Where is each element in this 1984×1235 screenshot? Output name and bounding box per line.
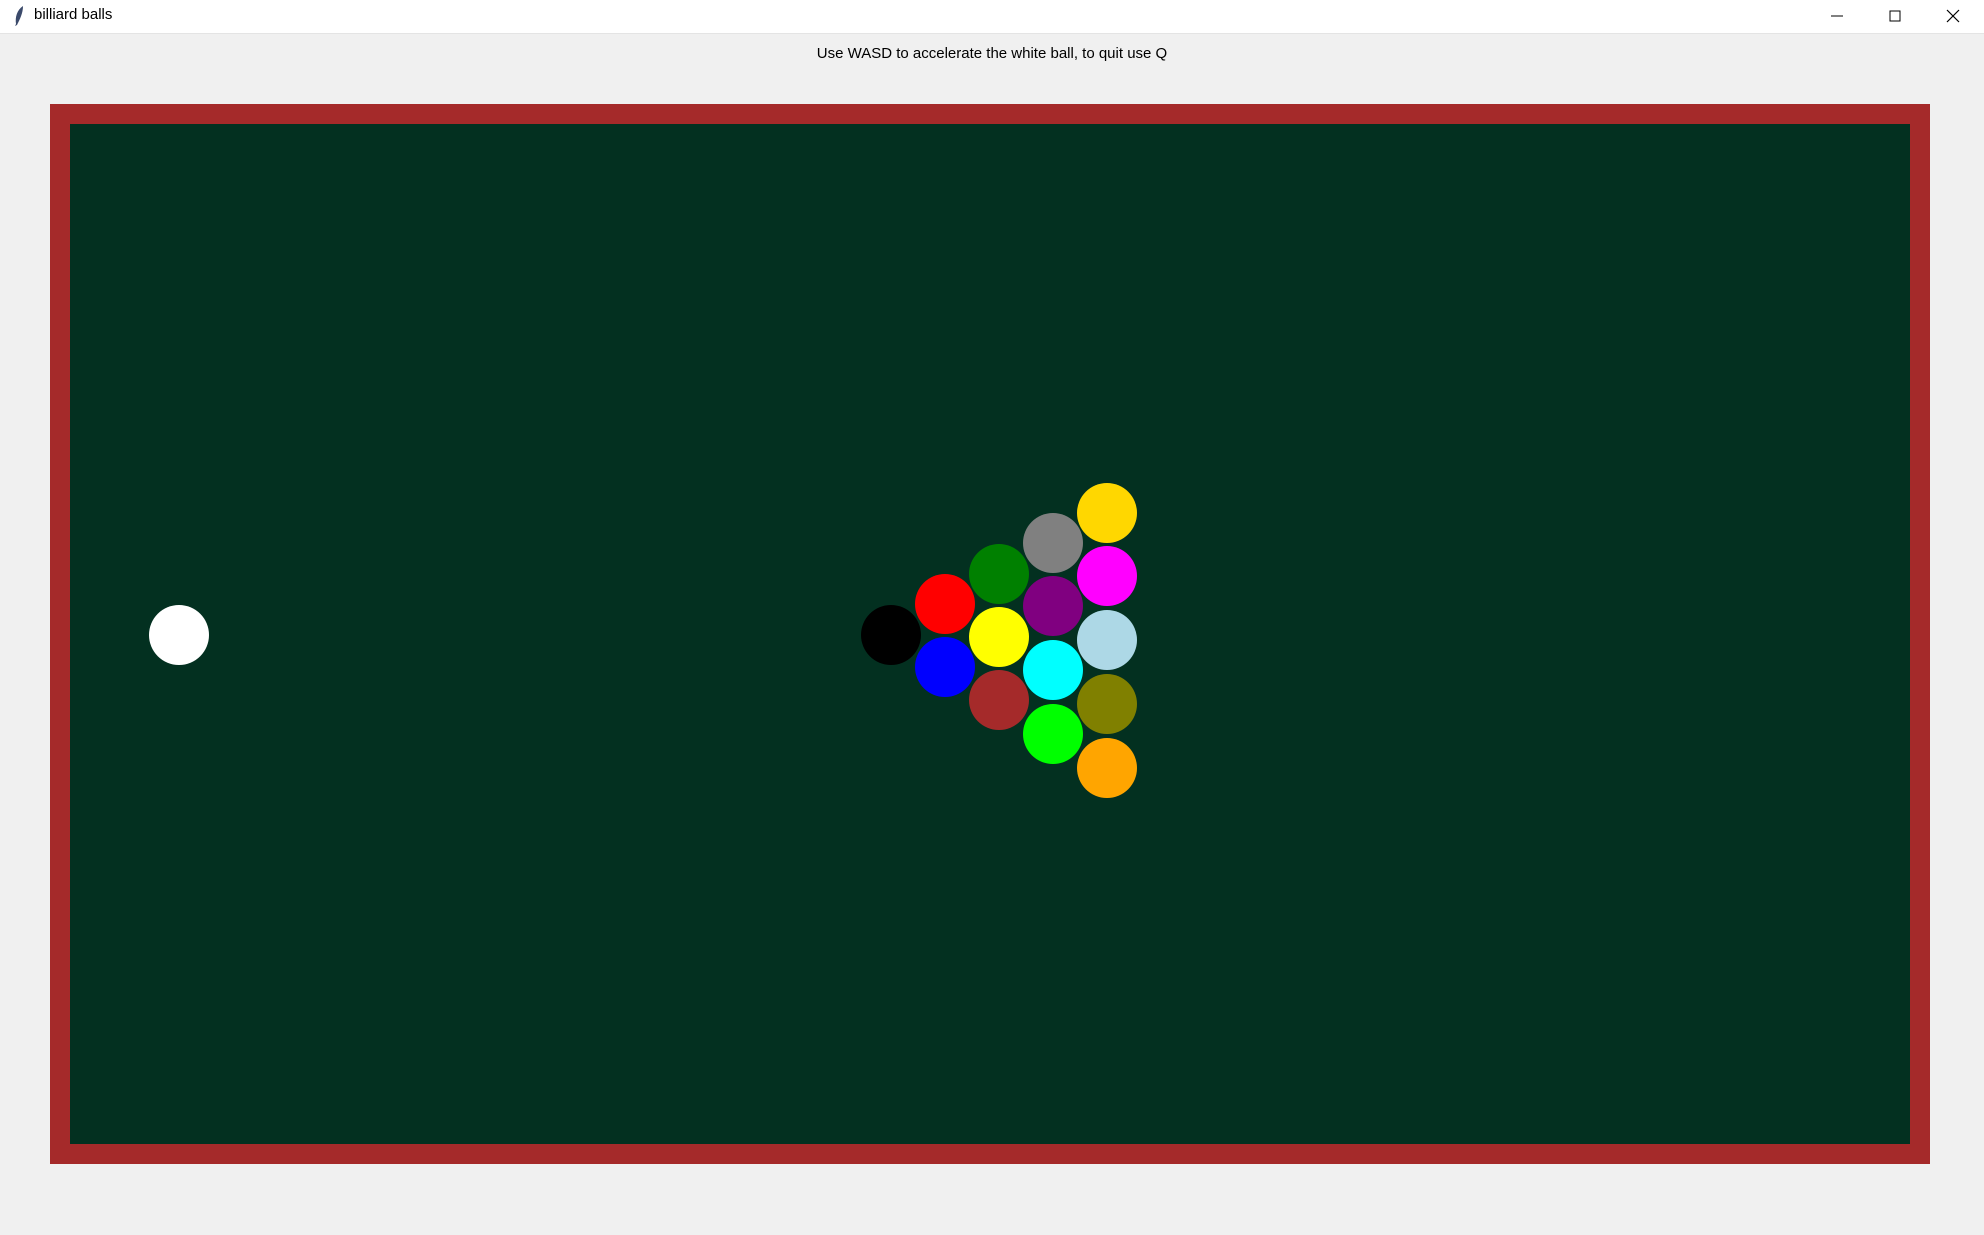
ball-green (969, 544, 1029, 604)
ball-lime (1023, 704, 1083, 764)
maximize-icon (1889, 10, 1901, 22)
ball-purple (1023, 576, 1083, 636)
ball-gray (1023, 513, 1083, 573)
ball-blue (915, 637, 975, 697)
ball-gold (1077, 483, 1137, 543)
ball-cyan (1023, 640, 1083, 700)
window-title: billiard balls (34, 6, 113, 23)
title-bar: billiard balls (0, 0, 1984, 34)
minimize-button[interactable] (1808, 0, 1866, 33)
table-felt (70, 124, 1910, 1144)
ball-yellow (969, 607, 1029, 667)
minimize-icon (1831, 15, 1843, 17)
instructions-label: Use WASD to accelerate the white ball, t… (816, 45, 1168, 62)
ball-lightblue (1077, 610, 1137, 670)
feather-icon (15, 6, 23, 26)
close-button[interactable] (1924, 0, 1982, 33)
table-rail (50, 104, 1930, 1164)
ball-red (915, 574, 975, 634)
close-icon (1946, 9, 1960, 23)
ball-olive (1077, 674, 1137, 734)
ball-orange (1077, 738, 1137, 798)
ball-magenta (1077, 546, 1137, 606)
ball-white (149, 605, 209, 665)
maximize-button[interactable] (1866, 0, 1924, 33)
ball-black (861, 605, 921, 665)
ball-brown (969, 670, 1029, 730)
